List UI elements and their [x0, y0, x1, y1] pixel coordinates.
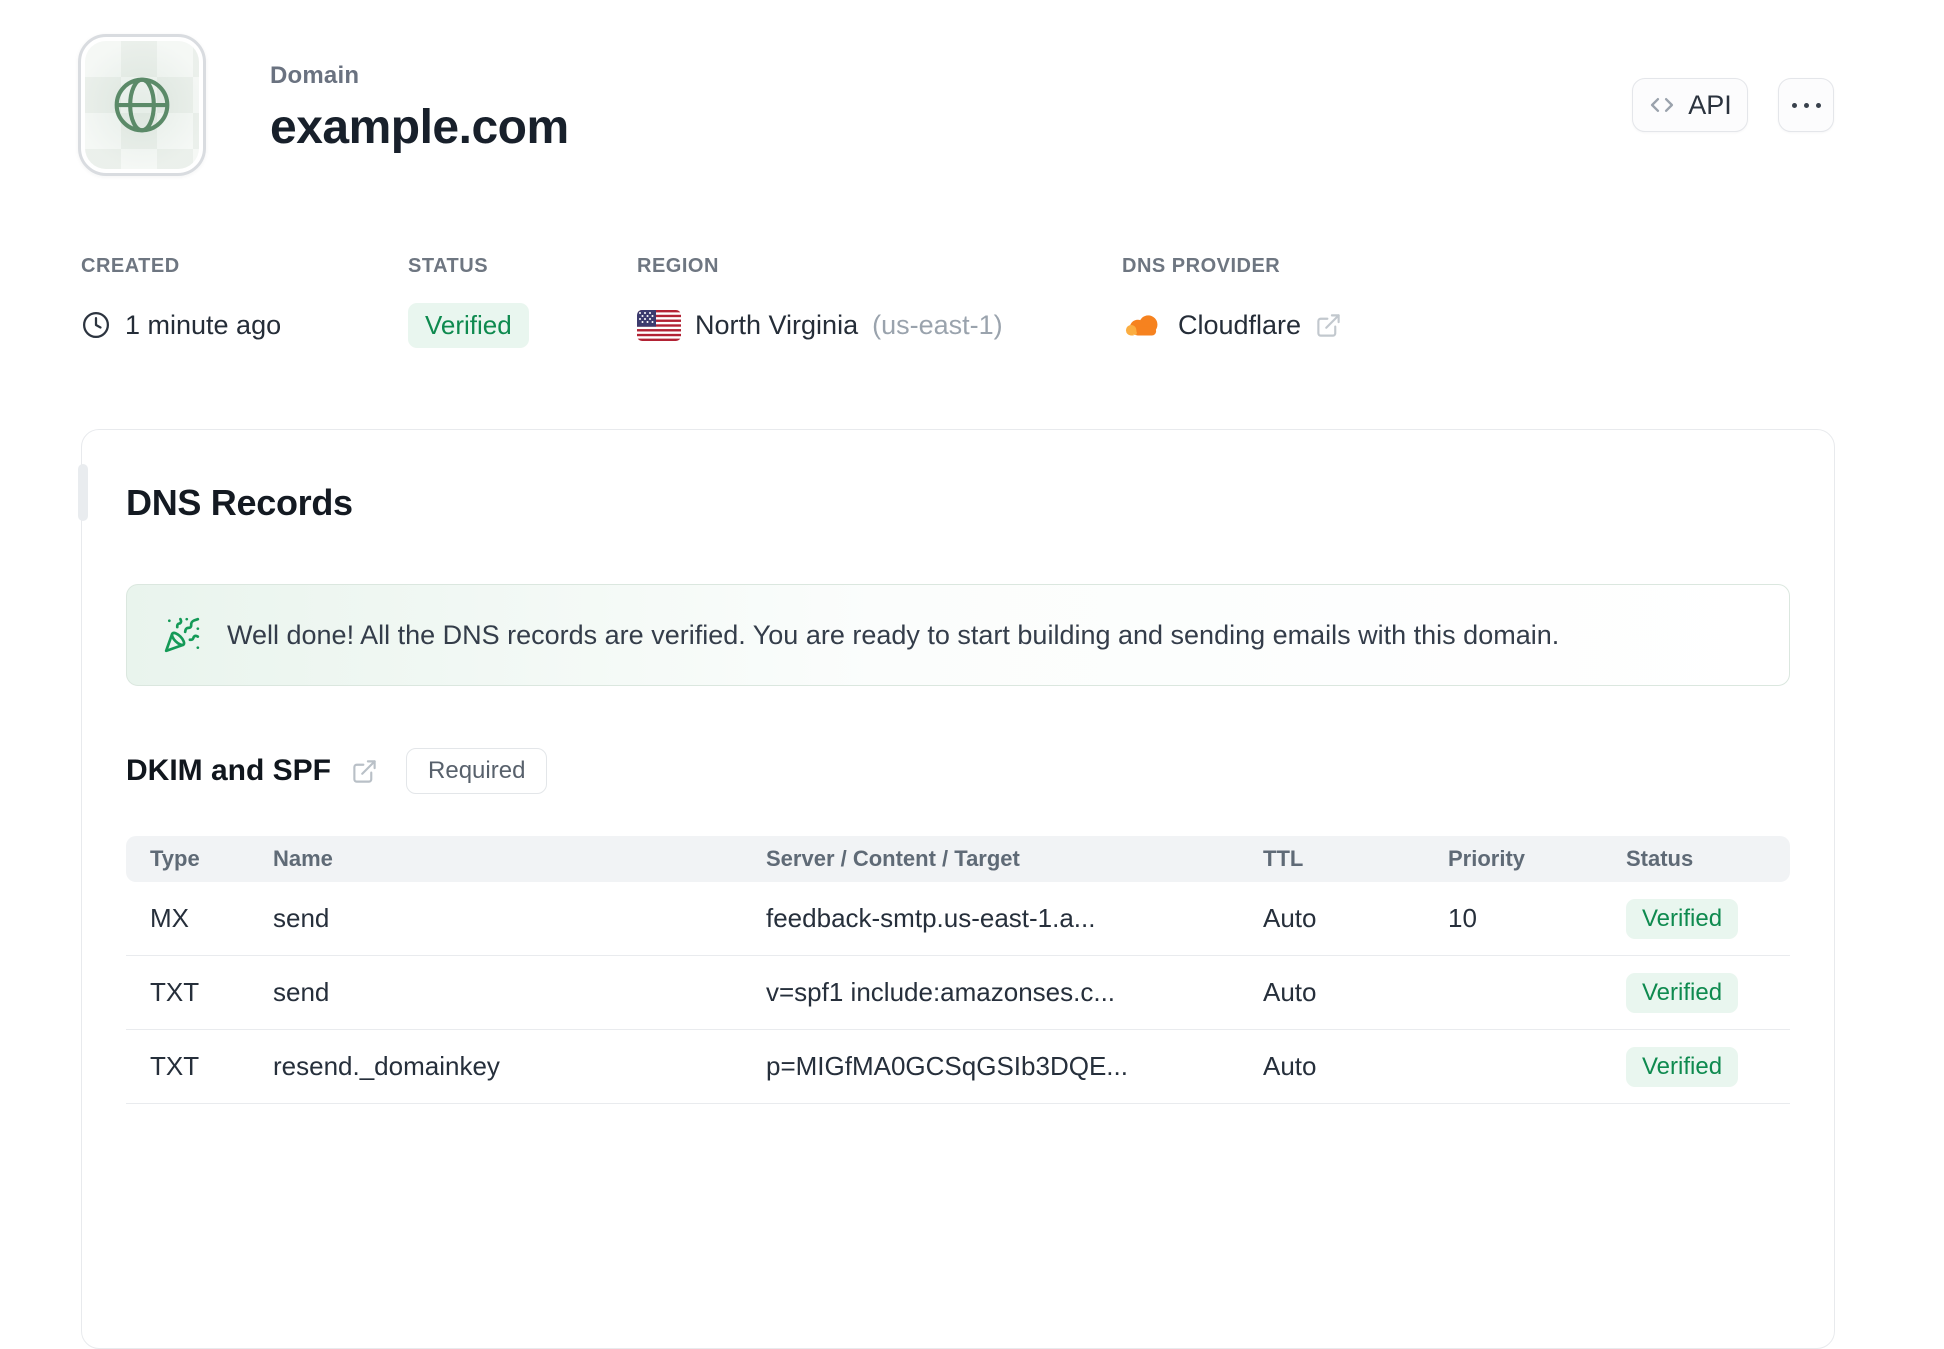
cell-type: MX [150, 903, 189, 933]
domain-tile [78, 34, 206, 176]
col-type: Type [150, 846, 200, 871]
col-priority: Priority [1448, 846, 1526, 871]
section-indicator [78, 464, 88, 521]
cell-priority: 10 [1448, 903, 1477, 933]
created-value: 1 minute ago [125, 309, 282, 340]
table-row: MX send feedback-smtp.us-east-1.a... Aut… [126, 882, 1790, 956]
region-code: (us-east-1) [872, 309, 1003, 340]
dns-provider-label: DNS PROVIDER [1122, 255, 1281, 277]
more-button[interactable] [1778, 78, 1834, 132]
dns-records-title: DNS Records [126, 482, 353, 523]
cell-ttl: Auto [1263, 977, 1317, 1007]
created-label: CREATED [81, 255, 180, 277]
cell-type: TXT [150, 977, 200, 1007]
dns-table-header: Type Name Server / Content / Target TTL … [126, 836, 1790, 882]
cell-content: feedback-smtp.us-east-1.a... [766, 903, 1096, 933]
page-title: example.com [270, 101, 569, 154]
col-ttl: TTL [1263, 846, 1304, 871]
cell-type: TXT [150, 1051, 200, 1081]
cell-content: p=MIGfMA0GCSqGSIb3DQE... [766, 1051, 1128, 1081]
meta-region: REGION North Virginia (us-east-1) [637, 255, 1003, 346]
cell-content: v=spf1 include:amazonses.c... [766, 977, 1116, 1007]
row-status-badge: Verified [1626, 1046, 1739, 1087]
meta-dns-provider: DNS PROVIDER Cloudflare [1122, 255, 1342, 346]
more-icon [1791, 102, 1821, 108]
us-flag-icon [637, 309, 681, 341]
verified-callout: Well done! All the DNS records are verif… [126, 584, 1790, 686]
dns-table: Type Name Server / Content / Target TTL … [126, 836, 1790, 1104]
meta-created: CREATED 1 minute ago [81, 255, 281, 346]
cloudflare-external-link-icon[interactable] [1315, 312, 1342, 339]
region-label: REGION [637, 255, 719, 277]
code-icon [1648, 91, 1676, 119]
col-content: Server / Content / Target [766, 846, 1020, 871]
table-row: TXT send v=spf1 include:amazonses.c... A… [126, 956, 1790, 1030]
dkim-spf-title: DKIM and SPF [126, 754, 332, 787]
domain-tile-pattern [85, 41, 199, 169]
cell-name: send [273, 977, 330, 1007]
callout-text: Well done! All the DNS records are verif… [227, 619, 1560, 650]
row-status-badge: Verified [1626, 898, 1739, 939]
api-button-label: API [1688, 89, 1732, 120]
col-name: Name [273, 846, 333, 871]
meta-status: STATUS Verified [408, 255, 529, 348]
table-row: TXT resend._domainkey p=MIGfMA0GCSqGSIb3… [126, 1030, 1790, 1104]
party-popper-icon [163, 616, 201, 654]
cloudflare-icon [1122, 310, 1164, 340]
dkim-external-link-icon[interactable] [351, 758, 378, 785]
clock-icon [81, 310, 111, 340]
row-status-badge: Verified [1626, 972, 1739, 1013]
api-button[interactable]: API [1632, 78, 1748, 132]
dns-provider-value: Cloudflare [1178, 309, 1302, 340]
cell-ttl: Auto [1263, 903, 1317, 933]
cell-name: resend._domainkey [273, 1051, 500, 1081]
status-badge: Verified [408, 302, 529, 348]
domain-eyebrow-label: Domain [270, 62, 360, 89]
dns-records-card: DNS Records Well done! All the DNS recor… [78, 429, 1835, 1349]
globe-icon [109, 72, 175, 138]
cell-ttl: Auto [1263, 1051, 1317, 1081]
region-value: North Virginia [695, 309, 859, 340]
required-badge: Required [406, 748, 548, 794]
cell-name: send [273, 903, 330, 933]
status-label: STATUS [408, 255, 489, 277]
col-status: Status [1626, 846, 1694, 871]
